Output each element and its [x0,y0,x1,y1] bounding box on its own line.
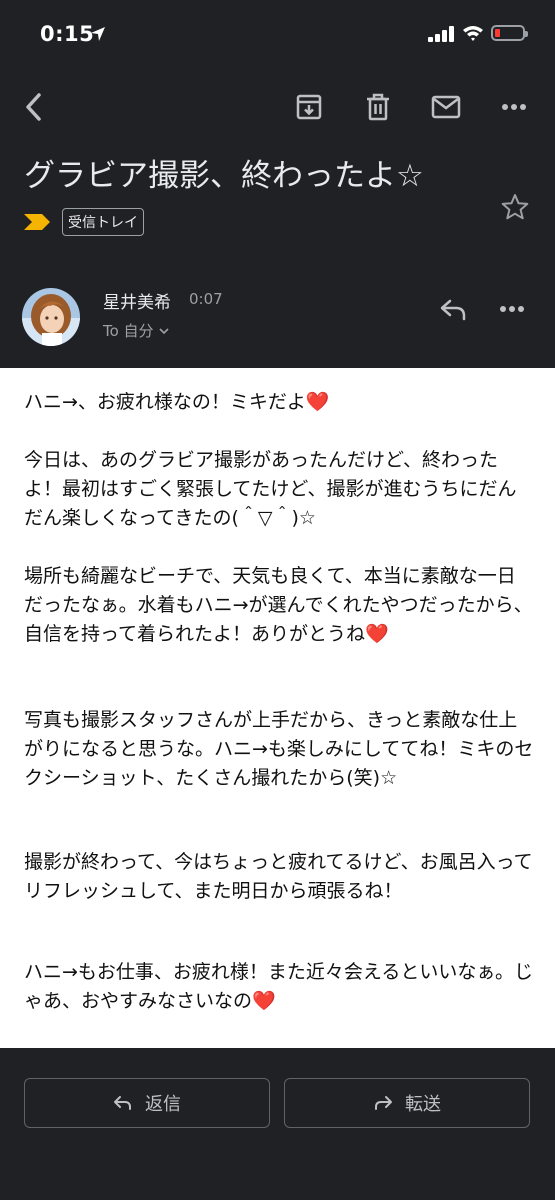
forward-arrow-icon [375,1096,392,1110]
label-row: 受信トレイ [24,208,144,236]
more-options-button[interactable] [499,92,529,122]
archive-button[interactable] [294,92,324,122]
cellular-signal-icon [428,26,454,42]
sent-time: 0:07 [189,290,223,308]
back-arrow-icon [26,93,41,121]
heart-emoji: ❤️ [305,391,330,413]
mark-unread-button[interactable] [431,92,461,122]
body-paragraph: 場所も綺麗なビーチで、天気も良くて、本当に素敵な一日だったなぁ。水着もハニ→が選… [24,565,533,645]
forward-button-label: 転送 [405,1094,441,1115]
body-paragraph: ハニ→もお仕事、お疲れ様！また近々会えるといいなぁ。じゃあ、おやすみなさいなの❤… [24,961,533,1012]
reply-button[interactable]: 返信 [24,1078,270,1128]
avatar-portrait-icon [22,288,80,346]
location-arrow-icon [91,27,105,41]
mail-icon [431,95,461,119]
back-button[interactable] [18,92,48,122]
sender-avatar[interactable] [22,288,80,346]
wifi-icon [463,26,483,41]
email-body: ハニ→、お疲れ様なの！ミキだよ❤️ 今日は、あのグラビア撮影があったんだけど、終… [0,368,555,1048]
more-horizontal-icon [502,104,526,110]
recipient-text: To 自分 [103,322,154,340]
reply-arrow-icon [440,299,466,321]
body-paragraph: 写真も撮影スタッフさんが上手だから、きっと素敵な仕上がりになると思うな。ハニ→も… [24,709,534,789]
trash-icon [367,93,389,121]
message-more-button[interactable] [499,294,529,324]
sender-name[interactable]: 星井美希 [103,288,171,313]
chevron-down-icon [158,327,169,334]
body-paragraph: 撮影が終わって、今はちょっと疲れてるけど、お風呂入ってリフレッシュして、また明日… [24,851,533,902]
reply-quick-button[interactable] [438,294,468,324]
reply-arrow-icon [114,1096,131,1110]
bottom-action-bar: 返信 転送 [0,1048,555,1200]
body-paragraph: 今日は、あのグラビア撮影があったんだけど、終わったよ！最初はすごく緊張してたけど… [24,449,517,529]
recipient-details-toggle[interactable]: To 自分 [103,320,170,341]
battery-icon [491,25,528,41]
inbox-label-chip[interactable]: 受信トレイ [62,208,144,236]
sender-row: 星井美希 0:07 To 自分 [0,282,555,352]
important-marker-icon [24,214,50,230]
star-outline-icon [501,194,529,220]
more-horizontal-icon [500,306,524,312]
body-paragraph: ハニ→、お疲れ様なの！ミキだよ❤️ [24,391,330,413]
status-bar: 0:15 [0,0,555,70]
email-toolbar [0,82,555,134]
star-button[interactable] [500,192,530,222]
clock: 0:15 [40,22,95,46]
archive-icon [296,94,322,120]
email-subject: グラビア撮影、終わったよ☆ [24,158,424,194]
heart-emoji: ❤️ [365,623,389,645]
delete-button[interactable] [363,92,393,122]
forward-button[interactable]: 転送 [284,1078,530,1128]
heart-emoji: ❤️ [252,990,276,1012]
reply-button-label: 返信 [145,1094,181,1115]
